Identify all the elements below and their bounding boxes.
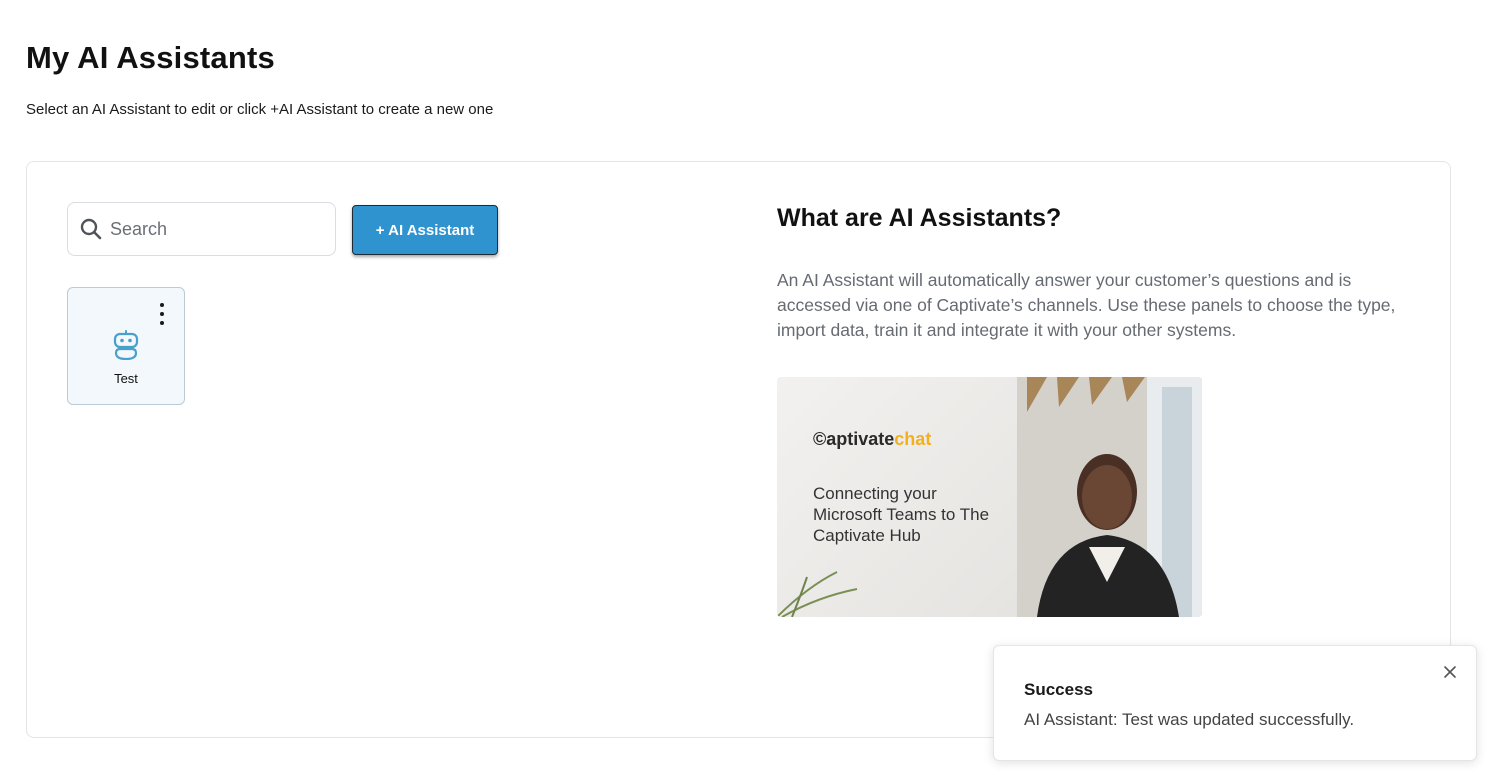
more-options-icon[interactable] bbox=[157, 303, 167, 325]
info-title: What are AI Assistants? bbox=[777, 204, 1062, 232]
video-thumbnail[interactable]: ©aptivatechat Connecting your Microsoft … bbox=[777, 377, 1202, 617]
close-icon[interactable] bbox=[1442, 664, 1458, 680]
presenter-image bbox=[1017, 377, 1202, 617]
video-caption: Connecting your Microsoft Teams to The C… bbox=[813, 484, 990, 545]
video-presenter-area bbox=[1017, 377, 1202, 617]
info-description: An AI Assistant will automatically answe… bbox=[777, 270, 1396, 340]
page-subtitle: Select an AI Assistant to edit or click … bbox=[26, 101, 494, 118]
robot-icon bbox=[113, 330, 139, 360]
search-box[interactable] bbox=[67, 202, 336, 256]
success-toast: Success AI Assistant: Test was updated s… bbox=[993, 645, 1477, 761]
page-title: My AI Assistants bbox=[26, 40, 275, 75]
toast-message: AI Assistant: Test was updated successfu… bbox=[1024, 710, 1355, 729]
add-ai-assistant-button[interactable]: + AI Assistant bbox=[352, 205, 498, 255]
search-icon bbox=[80, 218, 102, 240]
toast-title: Success bbox=[1024, 680, 1093, 699]
video-brand-logo: ©aptivatechat bbox=[813, 429, 932, 449]
search-input[interactable] bbox=[108, 217, 312, 241]
assistant-tile[interactable]: Test bbox=[67, 287, 185, 405]
assistant-name: Test bbox=[114, 371, 138, 386]
plant-decoration bbox=[777, 571, 858, 617]
